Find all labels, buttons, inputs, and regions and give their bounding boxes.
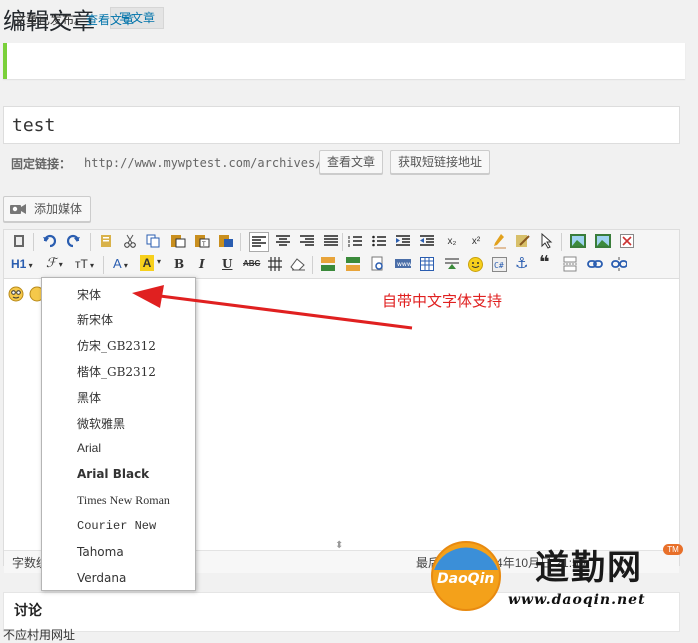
font-option-times-new-roman[interactable]: Times New Roman xyxy=(77,493,170,508)
svg-text:www: www xyxy=(397,261,412,268)
view-post-link[interactable]: 查看文章 xyxy=(86,13,134,27)
align-left-button[interactable] xyxy=(249,232,269,252)
toolbar-separator xyxy=(33,233,34,251)
insert-row-icon[interactable] xyxy=(320,256,336,272)
select-all-icon[interactable] xyxy=(218,234,234,248)
align-center-icon[interactable] xyxy=(276,235,290,247)
indent-icon[interactable] xyxy=(396,235,410,247)
font-option-kaiti[interactable]: 楷体_GB2312 xyxy=(77,363,156,380)
toolbar-separator xyxy=(342,233,343,251)
view-post-button[interactable]: 查看文章 xyxy=(319,150,384,174)
ordered-list-icon[interactable] xyxy=(348,235,362,247)
table-icon[interactable] xyxy=(420,257,434,271)
permalink-label: 固定链接： xyxy=(11,157,72,171)
trademark-badge: TM xyxy=(663,544,683,555)
align-right-icon[interactable] xyxy=(300,235,314,247)
font-option-courier-new[interactable]: Courier New xyxy=(77,519,156,533)
font-option-arial[interactable]: Arial xyxy=(77,441,101,455)
link-icon[interactable] xyxy=(587,257,603,271)
fullscreen-icon[interactable] xyxy=(620,234,634,248)
font-size-dropdown[interactable]: ᴛT ▾ xyxy=(75,257,94,271)
font-option-heiti[interactable]: 黑体 xyxy=(77,389,101,406)
media-icon xyxy=(10,204,26,214)
underline-button[interactable]: U xyxy=(222,257,232,271)
italic-button[interactable]: I xyxy=(199,257,205,271)
cut-icon[interactable] xyxy=(123,234,137,248)
font-option-songti[interactable]: 宋体 xyxy=(77,286,101,303)
paste-word-icon[interactable] xyxy=(170,234,186,248)
toolbar-separator xyxy=(312,256,313,274)
notice-message: 文章已发布。 xyxy=(14,13,87,27)
image-edit-icon[interactable] xyxy=(595,234,611,248)
image-icon[interactable] xyxy=(570,234,586,248)
notice-text: 文章已发布。查看文章 xyxy=(14,11,134,28)
paste-text-icon[interactable]: T xyxy=(194,234,210,248)
logo-text: DaoQin xyxy=(437,571,494,587)
font-family-dropdown[interactable]: ℱ ▾ xyxy=(46,256,63,271)
heading-label: H1 xyxy=(11,257,27,271)
align-left-icon xyxy=(252,236,266,247)
published-notice xyxy=(3,43,685,79)
font-option-xinsongti[interactable]: 新宋体 xyxy=(77,311,113,328)
align-justify-icon[interactable] xyxy=(324,235,338,247)
heading-select[interactable]: H1 ▾ xyxy=(11,257,33,271)
svg-text:T: T xyxy=(201,241,206,248)
blockquote-icon[interactable]: ❝ xyxy=(539,252,550,273)
strikethrough-button[interactable]: ABC xyxy=(243,259,260,268)
unlink-icon[interactable] xyxy=(611,256,627,272)
insert-date-icon[interactable] xyxy=(444,257,460,271)
subscript-icon[interactable]: x₂ xyxy=(444,234,460,250)
watermark-url: www.daoqin.net xyxy=(508,592,646,608)
edit-icon[interactable] xyxy=(515,233,531,249)
chevron-down-icon[interactable]: ▾ xyxy=(157,257,161,266)
paste-icon[interactable] xyxy=(12,234,26,248)
font-option-arial-black[interactable]: Arial Black xyxy=(77,467,149,481)
footer-text: 不应村用网址 xyxy=(3,628,76,642)
cursor-icon[interactable] xyxy=(540,233,554,249)
eraser-icon[interactable] xyxy=(290,257,306,271)
resize-handle[interactable]: ⬍ xyxy=(335,540,343,551)
redo-icon[interactable] xyxy=(67,234,81,248)
copy-icon[interactable] xyxy=(146,234,160,248)
watermark-chinese: 道勤网 xyxy=(535,548,643,588)
font-option-tahoma[interactable]: Tahoma xyxy=(77,545,124,559)
horizontal-rule-icon[interactable] xyxy=(268,257,282,271)
code-icon[interactable]: C# xyxy=(492,257,507,272)
daoqin-logo: DaoQin xyxy=(431,541,501,611)
toolbar-separator xyxy=(561,233,562,251)
font-option-yahei[interactable]: 微软雅黑 xyxy=(77,415,125,432)
discussion-title: 讨论 xyxy=(14,602,42,618)
toolbar-separator xyxy=(90,233,91,251)
permalink-url[interactable]: http://www.mywptest.com/archives/49 xyxy=(84,156,337,170)
highlight-color-button[interactable]: A xyxy=(140,255,154,271)
text-color-button[interactable]: A ▾ xyxy=(113,256,128,271)
font-option-verdana[interactable]: Verdana xyxy=(77,571,126,585)
insert-column-icon[interactable] xyxy=(345,256,361,272)
toolbar-separator xyxy=(103,256,104,274)
superscript-icon[interactable]: x² xyxy=(468,234,484,250)
search-replace-icon[interactable] xyxy=(370,256,386,272)
bold-button[interactable]: B xyxy=(174,257,184,271)
anchor-icon[interactable]: ⚓ xyxy=(515,254,528,272)
outdent-icon[interactable] xyxy=(420,235,434,247)
smiley-icon xyxy=(8,286,24,302)
svg-text:C#: C# xyxy=(494,261,504,270)
annotation-text: 自带中文字体支持 xyxy=(382,293,503,310)
get-shortlink-button[interactable]: 获取短链接地址 xyxy=(390,150,491,174)
document-icon[interactable] xyxy=(99,234,113,248)
annotation-arrow xyxy=(132,285,413,330)
unordered-list-icon[interactable] xyxy=(372,235,386,247)
post-title-input[interactable]: test xyxy=(3,106,680,144)
undo-icon[interactable] xyxy=(42,234,56,248)
emoticon-icon[interactable] xyxy=(468,257,483,272)
page-break-icon[interactable] xyxy=(563,256,577,272)
clear-format-icon[interactable] xyxy=(492,233,508,249)
media-embed-icon[interactable]: www xyxy=(394,256,412,272)
toolbar-separator xyxy=(240,233,241,251)
